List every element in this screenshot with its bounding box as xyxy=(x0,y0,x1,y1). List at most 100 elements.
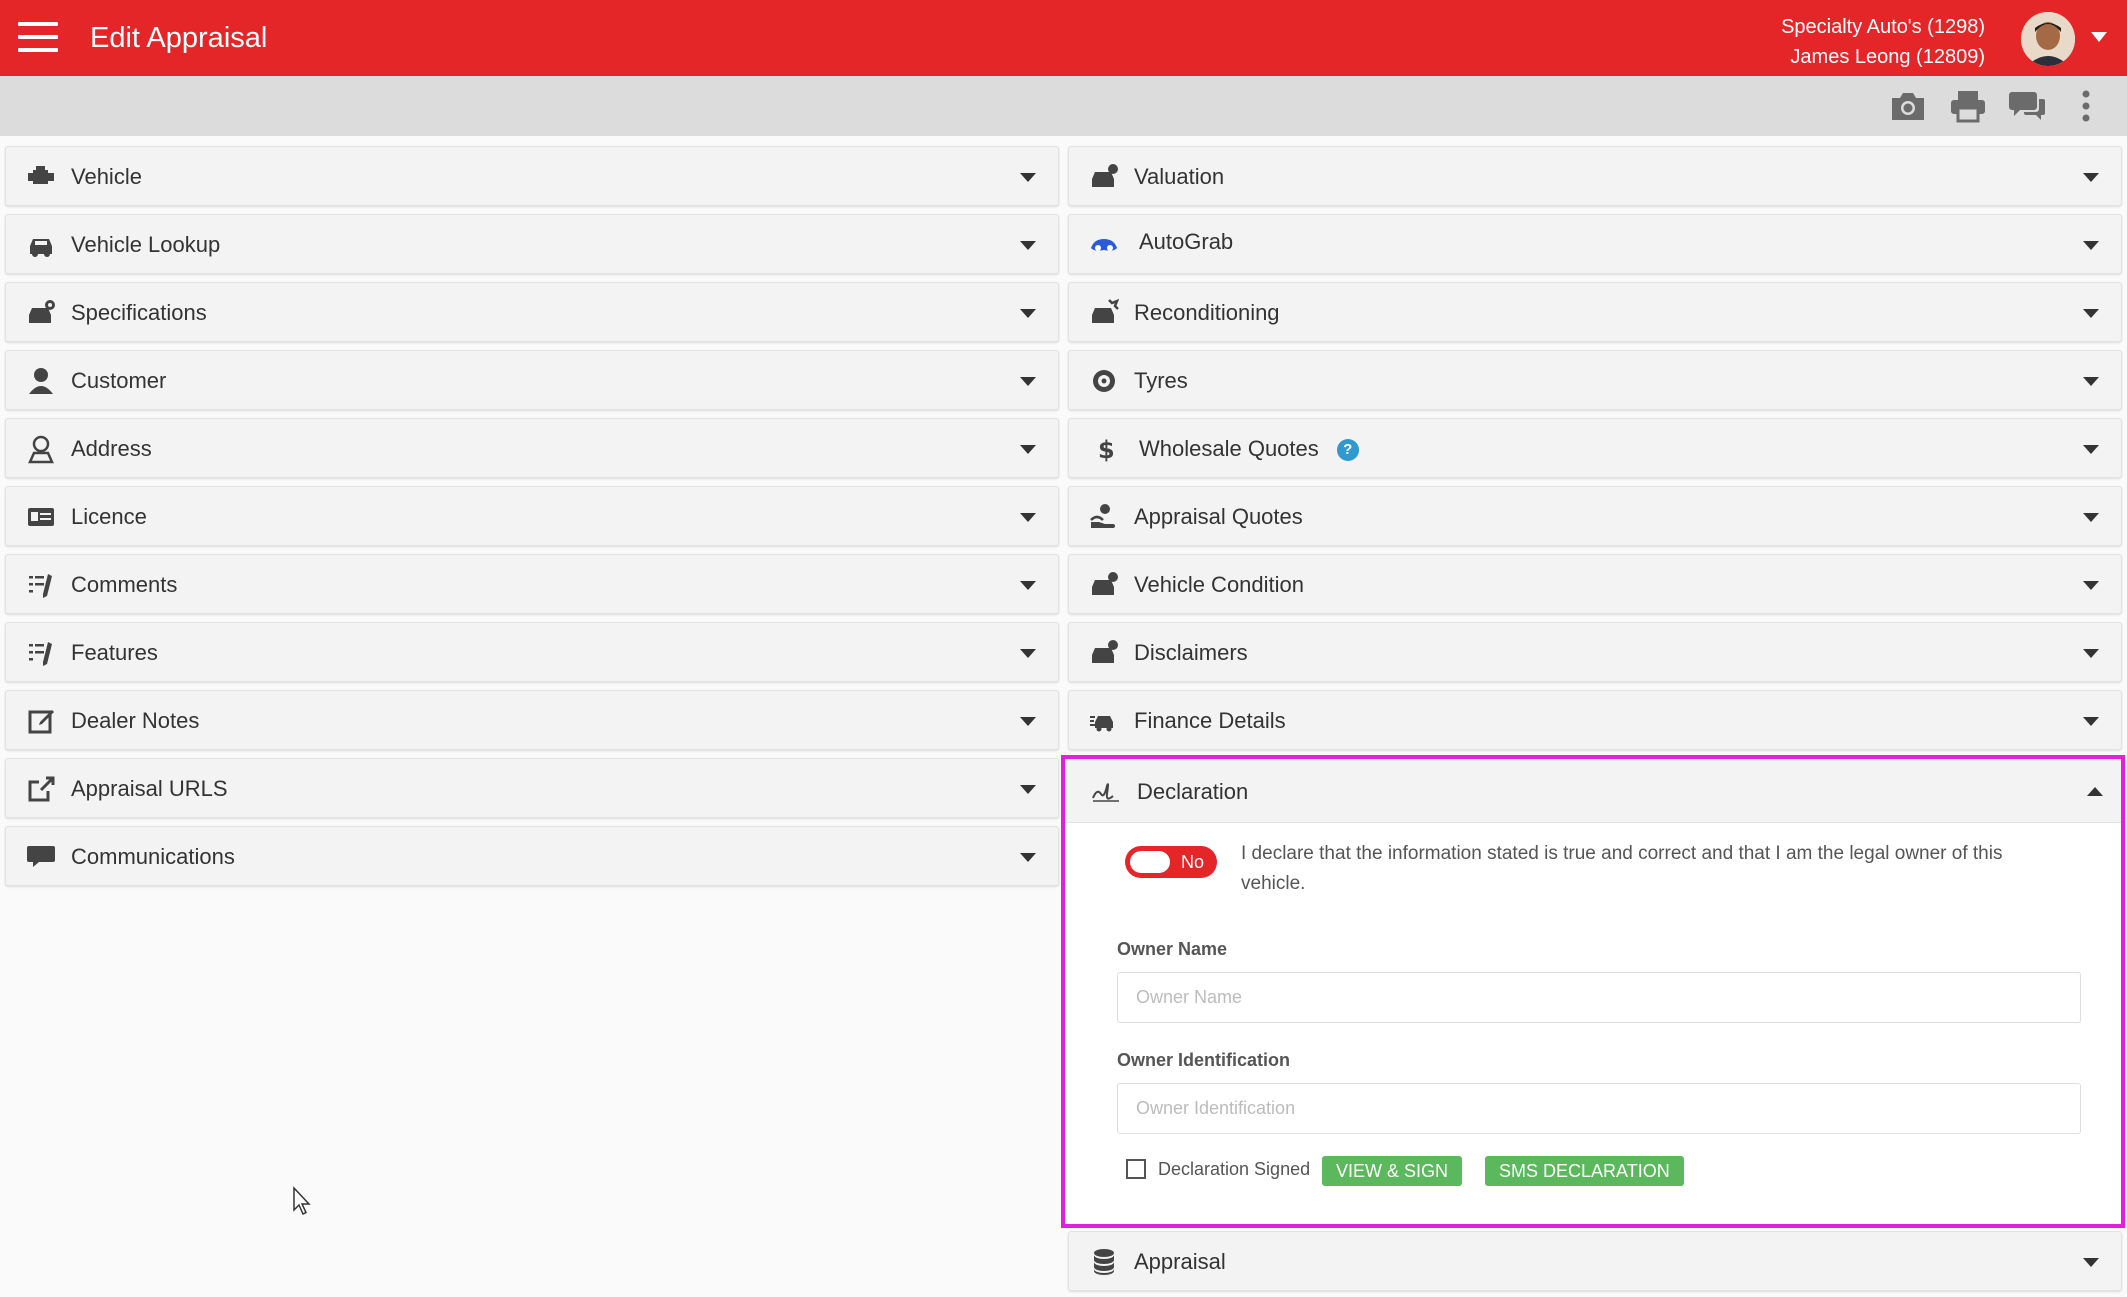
section-appraisal-quotes[interactable]: Appraisal Quotes xyxy=(1068,486,2122,546)
hand-coin-icon xyxy=(1089,502,1119,532)
chevron-down-icon xyxy=(1020,173,1036,182)
owner-id-input[interactable] xyxy=(1117,1083,2081,1134)
chevron-down-icon xyxy=(1020,853,1036,862)
section-vehicle[interactable]: Vehicle xyxy=(5,146,1059,206)
chevron-down-icon xyxy=(2083,445,2099,454)
chevron-down-icon xyxy=(1020,785,1036,794)
car-search-icon xyxy=(26,230,56,260)
section-features[interactable]: Features xyxy=(5,622,1059,682)
car-cog-icon xyxy=(26,298,56,328)
section-label: Reconditioning xyxy=(1134,300,1280,325)
section-label: Dealer Notes xyxy=(71,708,200,733)
chevron-down-icon xyxy=(2083,649,2099,658)
section-label: AutoGrab xyxy=(1139,229,1234,254)
chat-icon[interactable] xyxy=(2008,88,2048,124)
more-vertical-icon[interactable] xyxy=(2076,88,2096,124)
list-pen-icon xyxy=(26,570,56,600)
chevron-down-icon xyxy=(1020,513,1036,522)
declaration-header[interactable]: Declaration xyxy=(1065,759,2121,823)
chevron-down-icon xyxy=(1020,241,1036,250)
account-dropdown-icon[interactable] xyxy=(2091,32,2107,42)
chevron-down-icon xyxy=(2083,513,2099,522)
section-appraisal[interactable]: Appraisal xyxy=(1068,1231,2122,1291)
chevron-down-icon xyxy=(1020,581,1036,590)
toggle-knob xyxy=(1130,851,1170,873)
section-communications[interactable]: Communications xyxy=(5,826,1059,886)
section-label: Tyres xyxy=(1134,368,1188,393)
section-vehicle-condition[interactable]: Vehicle Condition xyxy=(1068,554,2122,614)
section-label: Address xyxy=(71,436,152,461)
database-icon xyxy=(1089,1247,1119,1277)
camera-icon[interactable] xyxy=(1888,88,1928,124)
tyre-icon xyxy=(1089,366,1119,396)
section-label: Vehicle Condition xyxy=(1134,572,1305,597)
help-icon[interactable]: ? xyxy=(1336,439,1359,461)
avatar[interactable] xyxy=(2021,12,2075,66)
section-tyres[interactable]: Tyres xyxy=(1068,350,2122,410)
section-label: Licence xyxy=(71,504,147,529)
list-pen-icon xyxy=(26,638,56,668)
section-label: Appraisal Quotes xyxy=(1134,504,1303,529)
section-customer[interactable]: Customer xyxy=(5,350,1059,410)
print-icon[interactable] xyxy=(1948,88,1988,124)
section-label: Wholesale Quotes? xyxy=(1139,436,1359,462)
section-label: Specifications xyxy=(71,300,207,325)
section-disclaimers[interactable]: Disclaimers xyxy=(1068,622,2122,682)
section-label: Comments xyxy=(71,572,178,597)
section-label: Vehicle Lookup xyxy=(71,232,221,257)
declaration-signed-label: Declaration Signed xyxy=(1158,1159,1311,1179)
sms-declaration-button[interactable]: SMS DECLARATION xyxy=(1485,1156,1684,1186)
section-reconditioning[interactable]: Reconditioning xyxy=(1068,282,2122,342)
chevron-down-icon xyxy=(2083,377,2099,386)
section-licence[interactable]: Licence xyxy=(5,486,1059,546)
declaration-toggle[interactable]: No xyxy=(1125,846,1217,878)
signature-icon xyxy=(1091,776,1121,806)
svg-text:$: $ xyxy=(1098,436,1115,464)
section-specifications[interactable]: Specifications xyxy=(5,282,1059,342)
owner-name-label: Owner Name xyxy=(1117,939,1228,959)
section-vehicle-lookup[interactable]: Vehicle Lookup xyxy=(5,214,1059,274)
account-info[interactable]: Specialty Auto's (1298) James Leong (128… xyxy=(1781,12,1985,72)
engine-icon xyxy=(26,162,56,192)
section-comments[interactable]: Comments xyxy=(5,554,1059,614)
section-wholesale-quotes[interactable]: $ Wholesale Quotes? xyxy=(1068,418,2122,478)
chevron-down-icon xyxy=(2083,581,2099,590)
section-label-text: Wholesale Quotes xyxy=(1139,436,1319,461)
chevron-down-icon xyxy=(1020,309,1036,318)
section-appraisal-urls[interactable]: Appraisal URLS xyxy=(5,758,1059,818)
section-address[interactable]: Address xyxy=(5,418,1059,478)
section-label: Vehicle xyxy=(71,164,142,189)
chevron-down-icon xyxy=(2083,717,2099,726)
car-finance-icon xyxy=(1089,706,1119,736)
user-icon xyxy=(26,366,56,396)
chat-icon xyxy=(26,842,56,872)
car-alert-icon xyxy=(1089,638,1119,668)
section-label: Declaration xyxy=(1137,779,1249,804)
hamburger-menu-icon[interactable] xyxy=(18,22,58,54)
declaration-statement: I declare that the information stated is… xyxy=(1241,843,2003,894)
section-label: Appraisal xyxy=(1134,1249,1226,1274)
car-check-icon xyxy=(1089,570,1119,600)
section-label: Finance Details xyxy=(1134,708,1286,733)
chevron-down-icon xyxy=(2083,309,2099,318)
section-dealer-notes[interactable]: Dealer Notes xyxy=(5,690,1059,750)
dollar-icon: $ xyxy=(1089,434,1119,464)
section-autograb[interactable]: AutoGrab xyxy=(1068,214,2122,274)
section-finance-details[interactable]: Finance Details xyxy=(1068,690,2122,750)
owner-id-label: Owner Identification xyxy=(1117,1050,1291,1070)
section-label: Disclaimers xyxy=(1134,640,1248,665)
section-valuation[interactable]: Valuation xyxy=(1068,146,2122,206)
section-declaration: Declaration No I declare that the inform… xyxy=(1061,755,2125,1228)
owner-name-input[interactable] xyxy=(1117,972,2081,1023)
toggle-label: No xyxy=(1181,852,1205,872)
view-sign-button[interactable]: VIEW & SIGN xyxy=(1322,1156,1463,1186)
section-label: Appraisal URLS xyxy=(71,776,228,801)
user-name: James Leong (12809) xyxy=(1790,46,1985,68)
chevron-up-icon xyxy=(2087,787,2103,796)
declaration-signed-checkbox[interactable] xyxy=(1126,1159,1146,1179)
section-label: Customer xyxy=(71,368,167,393)
id-card-icon xyxy=(26,502,56,532)
edit-square-icon xyxy=(26,706,56,736)
car-dollar-icon xyxy=(1089,162,1119,192)
toolbar xyxy=(0,76,2127,136)
